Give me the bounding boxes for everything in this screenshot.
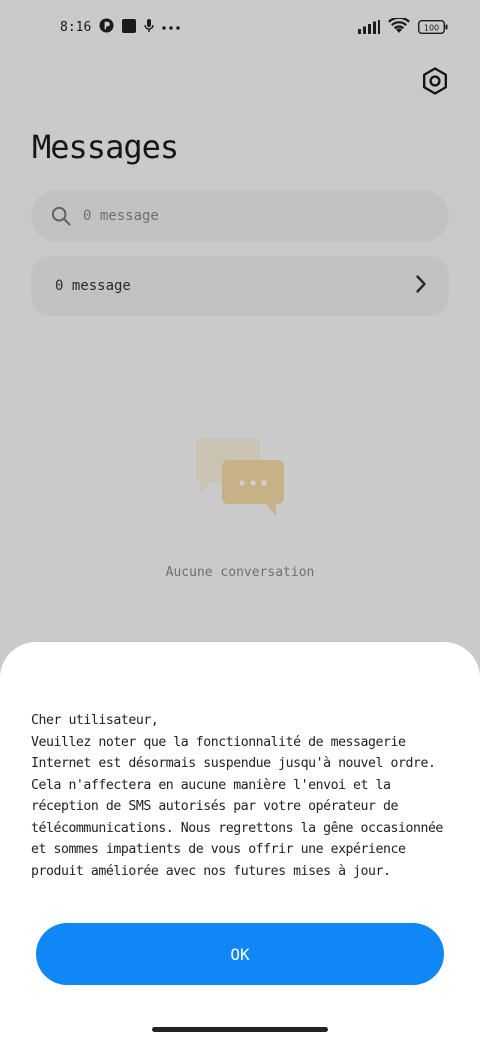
notice-dialog: Cher utilisateur, Veuillez noter que la … [0, 642, 480, 1040]
home-indicator[interactable] [152, 1027, 328, 1032]
ok-button[interactable]: OK [36, 923, 444, 985]
notice-message: Cher utilisateur, Veuillez noter que la … [31, 713, 443, 879]
